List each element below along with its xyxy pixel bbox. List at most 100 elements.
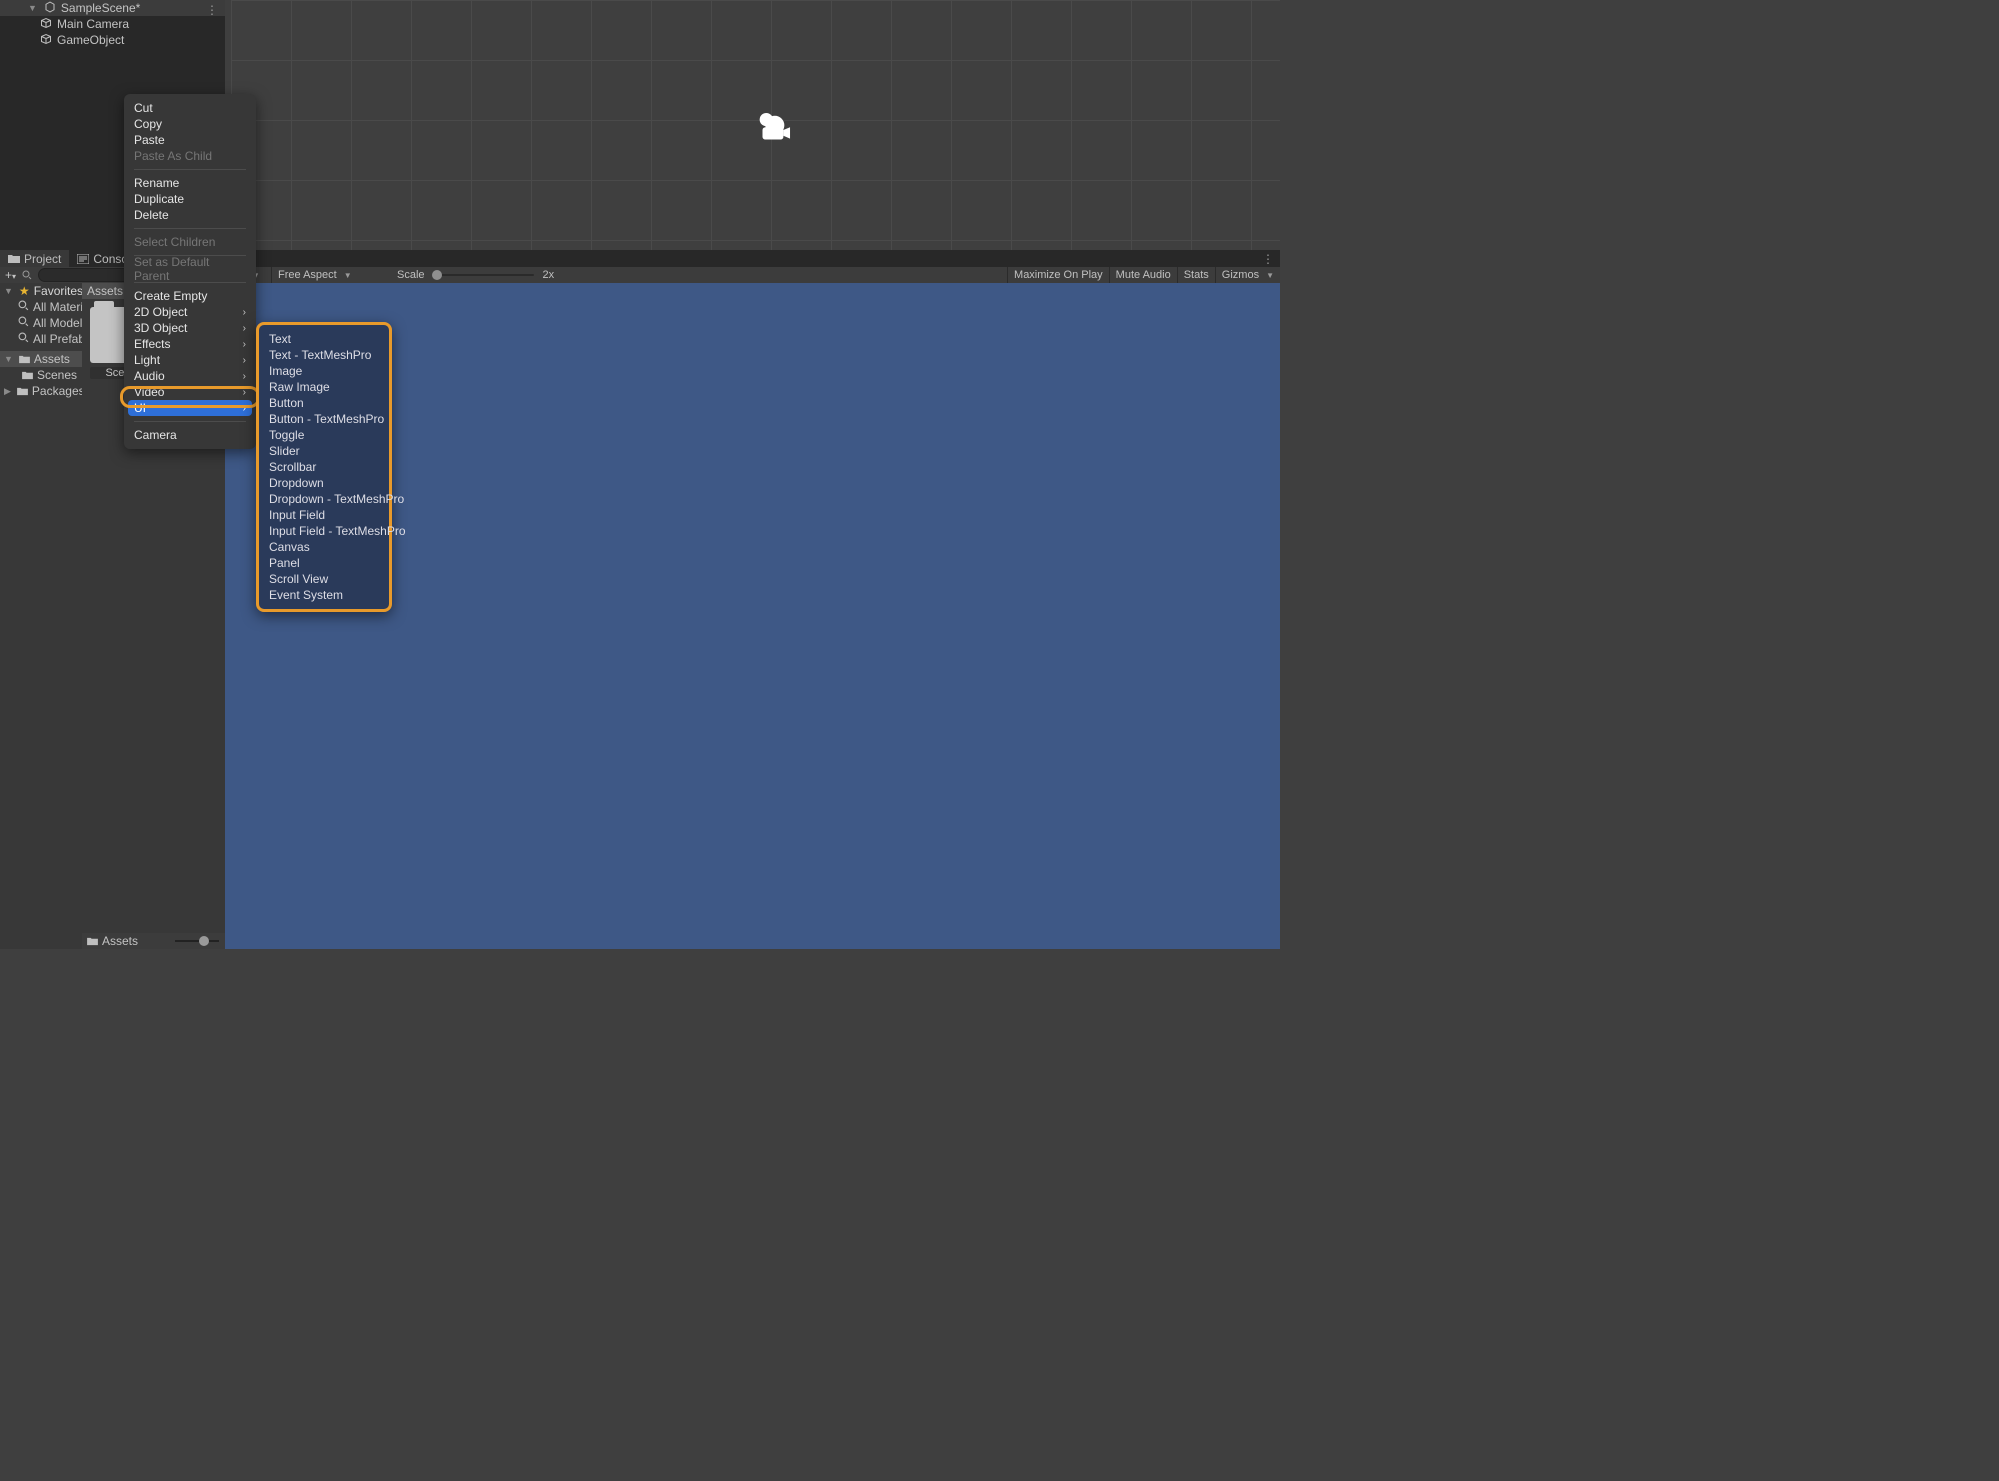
- aspect-dropdown[interactable]: Free Aspect ▼: [271, 267, 391, 283]
- breadcrumb-label: Assets: [87, 284, 123, 298]
- tab-project[interactable]: Project: [0, 250, 69, 267]
- menu-label: 2D Object: [134, 305, 187, 319]
- menu-label: Canvas: [269, 540, 310, 554]
- menu-label: Set as Default Parent: [134, 255, 246, 283]
- menu-label: Paste: [134, 133, 165, 147]
- stats-toggle[interactable]: Stats: [1177, 267, 1215, 283]
- tree-label: Packages: [32, 384, 85, 398]
- disclosure-icon[interactable]: ▶: [4, 386, 11, 397]
- submenu-item[interactable]: Dropdown: [263, 475, 385, 491]
- hierarchy-item-label: GameObject: [57, 33, 124, 47]
- menu-paste-as-child: Paste As Child: [124, 148, 256, 164]
- tree-item-scenes[interactable]: Scenes: [0, 367, 82, 383]
- menu-copy[interactable]: Copy: [124, 116, 256, 132]
- tree-item-assets[interactable]: ▼ Assets: [0, 351, 82, 367]
- menu-light[interactable]: Light›: [124, 352, 256, 368]
- tree-label: Favorites: [34, 284, 83, 298]
- tree-label: All Models: [33, 316, 88, 330]
- folder-icon: [17, 387, 28, 396]
- menu-label: Slider: [269, 444, 300, 458]
- submenu-item[interactable]: Slider: [263, 443, 385, 459]
- kebab-icon[interactable]: ⋮: [1262, 252, 1274, 266]
- gizmos-dropdown[interactable]: Gizmos▼: [1215, 267, 1280, 283]
- menu-paste[interactable]: Paste: [124, 132, 256, 148]
- submenu-item[interactable]: Dropdown - TextMeshPro: [263, 491, 385, 507]
- chevron-right-icon: ›: [243, 387, 246, 398]
- scale-slider[interactable]: [434, 274, 534, 276]
- disclosure-icon[interactable]: ▼: [4, 286, 13, 296]
- submenu-item[interactable]: Panel: [263, 555, 385, 571]
- kebab-icon[interactable]: ⋮: [206, 3, 217, 17]
- scene-view[interactable]: [225, 0, 1280, 250]
- menu-label: Cut: [134, 101, 153, 115]
- scale-control[interactable]: Scale 2x: [391, 267, 560, 283]
- submenu-item[interactable]: Image: [263, 363, 385, 379]
- dropdown-label: Gizmos: [1222, 269, 1259, 281]
- menu-label: Input Field - TextMeshPro: [269, 524, 406, 538]
- hierarchy-scene-row[interactable]: ▼ SampleScene* ⋮: [0, 0, 225, 16]
- menu-separator: [134, 169, 246, 170]
- thumbnail-zoom-slider[interactable]: [175, 936, 219, 946]
- tree-label: Scenes: [37, 368, 77, 382]
- menu-label: Image: [269, 364, 302, 378]
- submenu-item[interactable]: Toggle: [263, 427, 385, 443]
- favorite-item[interactable]: All Prefabs: [0, 331, 82, 347]
- submenu-item[interactable]: Button - TextMeshPro: [263, 411, 385, 427]
- menu-camera[interactable]: Camera: [124, 427, 256, 443]
- mute-toggle[interactable]: Mute Audio: [1109, 267, 1177, 283]
- menu-effects[interactable]: Effects›: [124, 336, 256, 352]
- menu-2d-object[interactable]: 2D Object ›: [124, 304, 256, 320]
- submenu-item[interactable]: Input Field: [263, 507, 385, 523]
- submenu-item[interactable]: Event System: [263, 587, 385, 603]
- favorite-item[interactable]: All Materia: [0, 299, 82, 315]
- menu-label: 3D Object: [134, 321, 187, 335]
- menu-create-empty[interactable]: Create Empty: [124, 288, 256, 304]
- hierarchy-item[interactable]: Main Camera: [0, 16, 225, 32]
- cube-icon: [40, 33, 52, 48]
- menu-duplicate[interactable]: Duplicate: [124, 191, 256, 207]
- menu-label: Audio: [134, 369, 165, 383]
- menu-label: Input Field: [269, 508, 325, 522]
- submenu-item[interactable]: Scrollbar: [263, 459, 385, 475]
- menu-label: UI: [134, 401, 146, 415]
- cube-icon: [40, 17, 52, 32]
- toggle-label: Maximize On Play: [1014, 269, 1103, 281]
- menu-3d-object[interactable]: 3D Object›: [124, 320, 256, 336]
- tree-item-packages[interactable]: ▶ Packages: [0, 383, 82, 399]
- menu-separator: [134, 421, 246, 422]
- menu-label: Rename: [134, 176, 179, 190]
- favorites-header[interactable]: ▼ ★ Favorites: [0, 283, 82, 299]
- tab-label: Project: [24, 252, 61, 266]
- menu-cut[interactable]: Cut: [124, 100, 256, 116]
- submenu-item[interactable]: Canvas: [263, 539, 385, 555]
- search-icon: [22, 270, 32, 280]
- camera-gizmo-icon[interactable]: [753, 112, 791, 142]
- footer-path-label: Assets: [102, 934, 138, 948]
- unity-logo-icon: [44, 1, 56, 16]
- dropdown-label: Free Aspect: [278, 269, 337, 281]
- hierarchy-item[interactable]: GameObject: [0, 32, 225, 48]
- menu-audio[interactable]: Audio›: [124, 368, 256, 384]
- maximize-toggle[interactable]: Maximize On Play: [1007, 267, 1109, 283]
- submenu-item[interactable]: Text: [263, 331, 385, 347]
- submenu-item[interactable]: Scroll View: [263, 571, 385, 587]
- submenu-item[interactable]: Raw Image: [263, 379, 385, 395]
- chevron-right-icon: ›: [243, 307, 246, 318]
- disclosure-icon[interactable]: ▼: [28, 3, 37, 13]
- disclosure-icon[interactable]: ▼: [4, 354, 13, 364]
- menu-rename[interactable]: Rename: [124, 175, 256, 191]
- menu-select-children: Select Children: [124, 234, 256, 250]
- menu-video[interactable]: Video›: [124, 384, 256, 400]
- menu-label: Text: [269, 332, 291, 346]
- submenu-item[interactable]: Input Field - TextMeshPro: [263, 523, 385, 539]
- tree-label: Assets: [34, 352, 70, 366]
- star-icon: ★: [19, 284, 30, 298]
- search-icon: [18, 332, 29, 346]
- add-menu-icon[interactable]: +▾: [5, 268, 16, 282]
- submenu-item[interactable]: Button: [263, 395, 385, 411]
- menu-label: Dropdown: [269, 476, 324, 490]
- menu-ui[interactable]: UI›: [128, 400, 252, 416]
- favorite-item[interactable]: All Models: [0, 315, 82, 331]
- submenu-item[interactable]: Text - TextMeshPro: [263, 347, 385, 363]
- menu-delete[interactable]: Delete: [124, 207, 256, 223]
